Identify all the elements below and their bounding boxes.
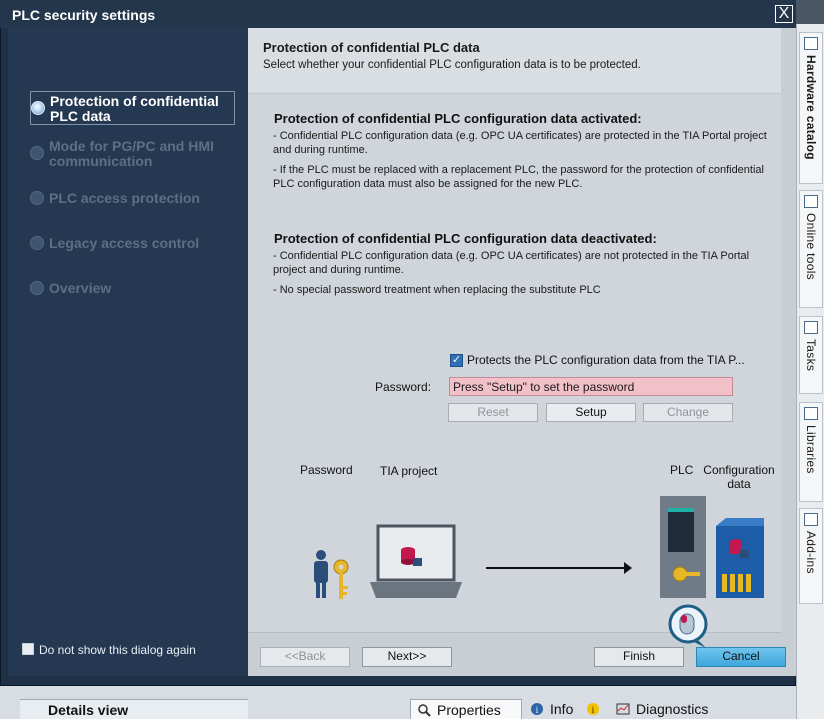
plc-icon xyxy=(660,496,706,598)
close-icon: X xyxy=(778,5,790,22)
tab-properties-label: Properties xyxy=(437,702,501,718)
task-card-rail: Hardware catalog Online tools Tasks Libr… xyxy=(796,24,824,719)
step-radio-icon xyxy=(31,101,45,115)
details-view-header[interactable]: Details view xyxy=(20,699,248,719)
arrow-icon xyxy=(486,562,632,574)
security-illustration xyxy=(314,496,764,599)
checkmark-icon: ✓ xyxy=(451,354,462,366)
rail-tab-hardware-catalog[interactable]: Hardware catalog xyxy=(799,32,823,184)
page-title: Protection of confidential PLC data xyxy=(263,40,480,55)
activated-line: - If the PLC must be replaced with a rep… xyxy=(273,164,764,190)
libraries-icon xyxy=(804,407,818,420)
finish-button[interactable]: Finish xyxy=(594,647,684,667)
rail-tab-online-tools[interactable]: Online tools xyxy=(799,190,823,308)
deactivated-section-title: Protection of confidential PLC configura… xyxy=(274,231,657,246)
reset-button[interactable]: Reset xyxy=(448,403,538,422)
rail-tab-add-ins[interactable]: Add-ins xyxy=(799,508,823,604)
next-button[interactable]: Next>> xyxy=(362,647,452,667)
diagnostics-icon xyxy=(616,703,630,715)
activated-section-title: Protection of confidential PLC configura… xyxy=(274,111,642,126)
step-radio-icon xyxy=(30,146,44,160)
tab-properties[interactable]: Properties xyxy=(410,699,522,719)
config-data-card-icon xyxy=(716,518,764,598)
laptop-icon xyxy=(370,524,462,598)
illu-tia-project-label: TIA project xyxy=(380,464,438,478)
step-radio-icon xyxy=(30,281,44,295)
wizard-steps-nav xyxy=(8,28,248,676)
step-radio-icon xyxy=(30,191,44,205)
deactivated-line: - No special password treatment when rep… xyxy=(273,284,601,296)
add-ins-icon xyxy=(804,513,818,526)
properties-icon xyxy=(418,704,431,717)
tab-info-label: Info xyxy=(550,701,574,717)
user-icon xyxy=(314,550,328,598)
cancel-button[interactable]: Cancel xyxy=(696,647,786,667)
illu-plc-label: PLC xyxy=(670,463,694,477)
activated-line: - Confidential PLC configuration data (e… xyxy=(273,130,767,156)
dont-show-label: Do not show this dialog again xyxy=(39,643,196,657)
password-field[interactable]: Press "Setup" to set the password xyxy=(449,377,733,396)
rail-tab-label: Libraries xyxy=(804,425,818,474)
dont-show-checkbox[interactable] xyxy=(22,643,34,655)
rail-tab-tasks[interactable]: Tasks xyxy=(799,316,823,394)
nav-step-protection[interactable]: Protection of confidential PLC data xyxy=(30,91,235,125)
tab-info[interactable]: i Info i xyxy=(524,699,608,719)
protect-data-label: Protects the PLC configuration data from… xyxy=(467,353,745,367)
nav-step-mode[interactable]: Mode for PG/PC and HMI communication xyxy=(30,139,235,171)
nav-step-label: Overview xyxy=(49,280,112,296)
nav-step-label: Mode for PG/PC and HMI communication xyxy=(49,138,214,169)
mouse-hint-icon xyxy=(668,604,708,648)
illu-password-label: Password xyxy=(300,463,353,477)
hardware-catalog-icon xyxy=(804,37,818,50)
nav-step-legacy-access[interactable]: Legacy access control xyxy=(30,235,235,253)
content-margin xyxy=(781,28,796,676)
online-tools-icon xyxy=(804,195,818,208)
nav-step-label: Protection of confidential PLC data xyxy=(50,93,219,124)
rail-tab-label: Hardware catalog xyxy=(804,55,818,160)
rail-tab-libraries[interactable]: Libraries xyxy=(799,402,823,502)
setup-button[interactable]: Setup xyxy=(546,403,636,422)
deactivated-line: - Confidential PLC configuration data (e… xyxy=(273,250,750,276)
dialog-title: PLC security settings xyxy=(12,7,156,23)
rail-tab-label: Tasks xyxy=(804,339,818,372)
rail-tab-label: Online tools xyxy=(804,213,818,280)
nav-step-overview[interactable]: Overview xyxy=(30,280,235,298)
change-button[interactable]: Change xyxy=(643,403,733,422)
page-subtitle: Select whether your confidential PLC con… xyxy=(263,59,641,71)
nav-step-label: Legacy access control xyxy=(49,235,200,251)
tasks-icon xyxy=(804,321,818,334)
nav-step-access-protection[interactable]: PLC access protection xyxy=(30,190,235,208)
back-button[interactable]: <<Back xyxy=(260,647,350,667)
password-label: Password: xyxy=(375,380,432,394)
close-button[interactable]: X xyxy=(775,5,793,23)
nav-step-label: PLC access protection xyxy=(49,190,200,206)
key-icon xyxy=(333,559,349,599)
step-radio-icon xyxy=(30,236,44,250)
tab-diagnostics-label: Diagnostics xyxy=(636,701,709,717)
tab-diagnostics[interactable]: Diagnostics xyxy=(610,699,740,719)
rail-tab-label: Add-ins xyxy=(804,531,818,574)
illu-config-data-label: Configuration data xyxy=(703,463,775,491)
info-icon: i xyxy=(531,703,543,715)
info-badge-icon: i xyxy=(587,703,599,715)
protect-data-checkbox[interactable]: ✓ xyxy=(450,354,463,367)
